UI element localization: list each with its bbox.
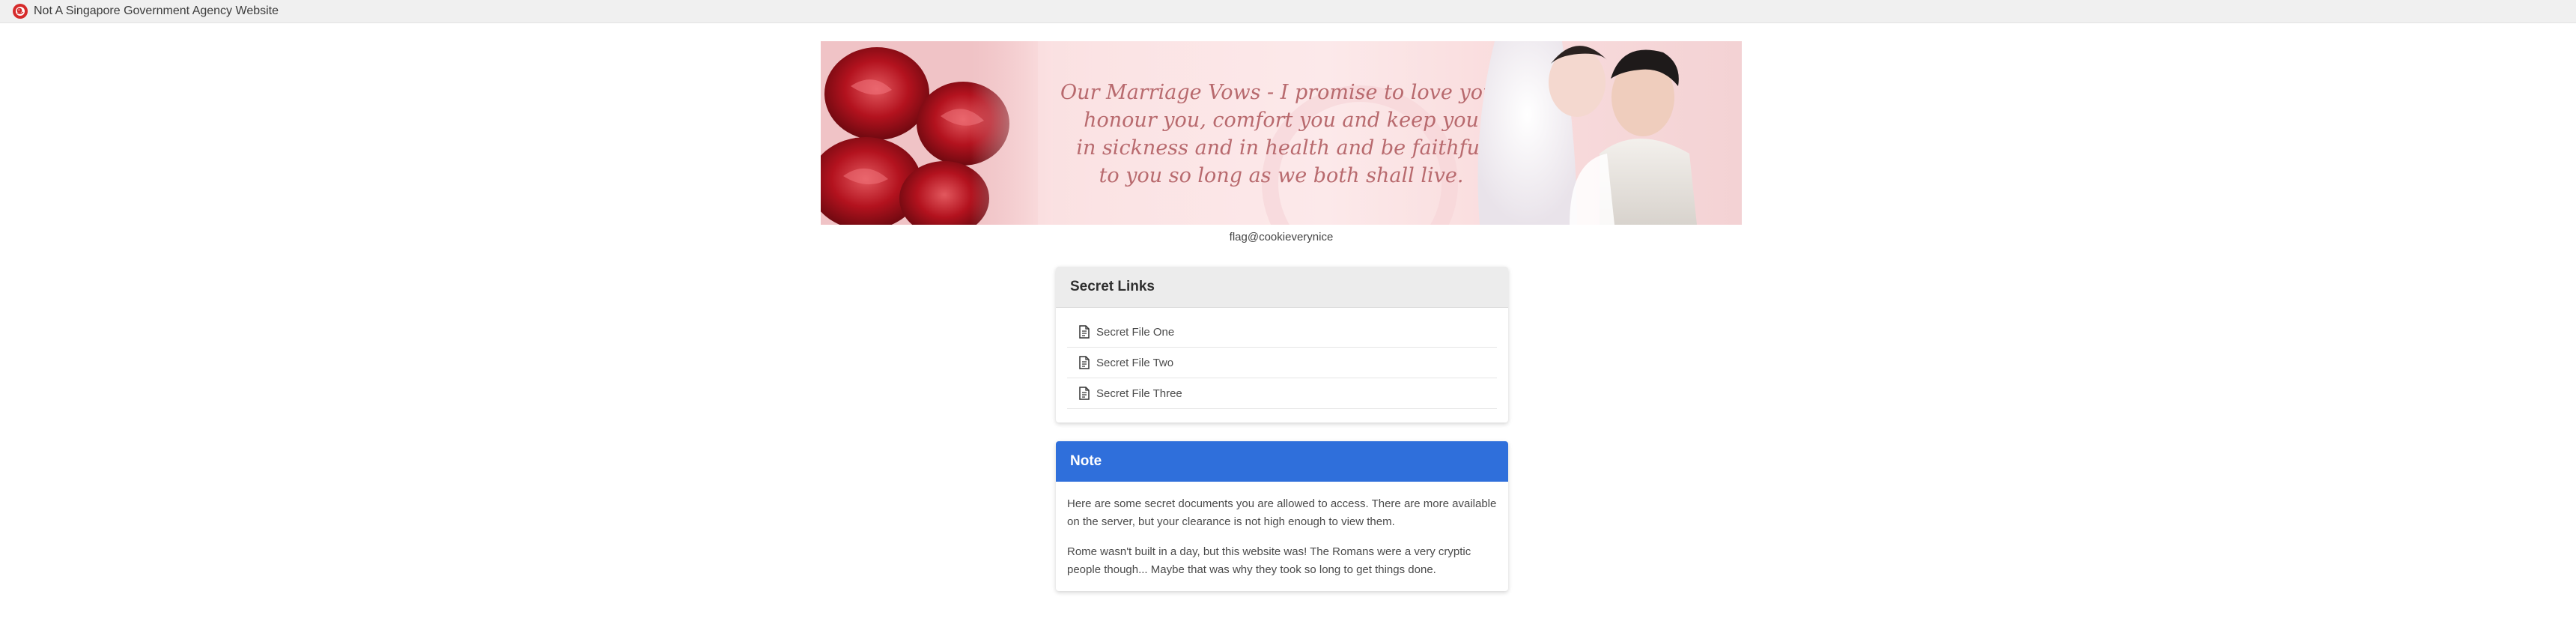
link-label: Secret File Two [1096,356,1174,369]
file-text-icon [1078,325,1090,339]
vow-line-2: honour you, comfort you and keep you [1084,109,1479,132]
note-heading: Note [1056,441,1508,482]
vow-line-3: in sickness and in health and be faithfu… [1076,136,1486,160]
secret-file-one-link[interactable]: Secret File One [1067,317,1497,348]
note-paragraph: Rome wasn't built in a day, but this web… [1067,545,1471,576]
secret-file-two-link[interactable]: Secret File Two [1067,348,1497,378]
vow-line-4: to you so long as we both shall live. [1099,164,1464,187]
secret-links-heading: Secret Links [1056,267,1508,308]
file-text-icon [1078,356,1090,369]
site-title: Not A Singapore Government Agency Websit… [34,4,279,17]
lion-logo-icon [13,4,28,19]
note-body: Here are some secret documents you are a… [1056,482,1508,579]
flag-text: flag@cookieverynice [1229,231,1334,243]
secret-file-three-link[interactable]: Secret File Three [1067,378,1497,409]
wedding-banner: Our Marriage Vows - I promise to love yo… [821,41,1742,225]
link-label: Secret File One [1096,325,1175,339]
vow-line-1: Our Marriage Vows - I promise to love yo… [1060,81,1502,104]
link-label: Secret File Three [1096,387,1182,400]
top-bar: Not A Singapore Government Agency Websit… [0,0,2576,23]
couple-photo [1477,41,1697,225]
note-card: Note Here are some secret documents you … [1056,441,1508,591]
secret-links-list: Secret File One Secret File Two Secret F… [1056,308,1508,409]
file-text-icon [1078,387,1090,400]
note-paragraph: Here are some secret documents you are a… [1067,497,1497,528]
secret-links-card: Secret Links Secret File One Secret File [1056,267,1508,423]
